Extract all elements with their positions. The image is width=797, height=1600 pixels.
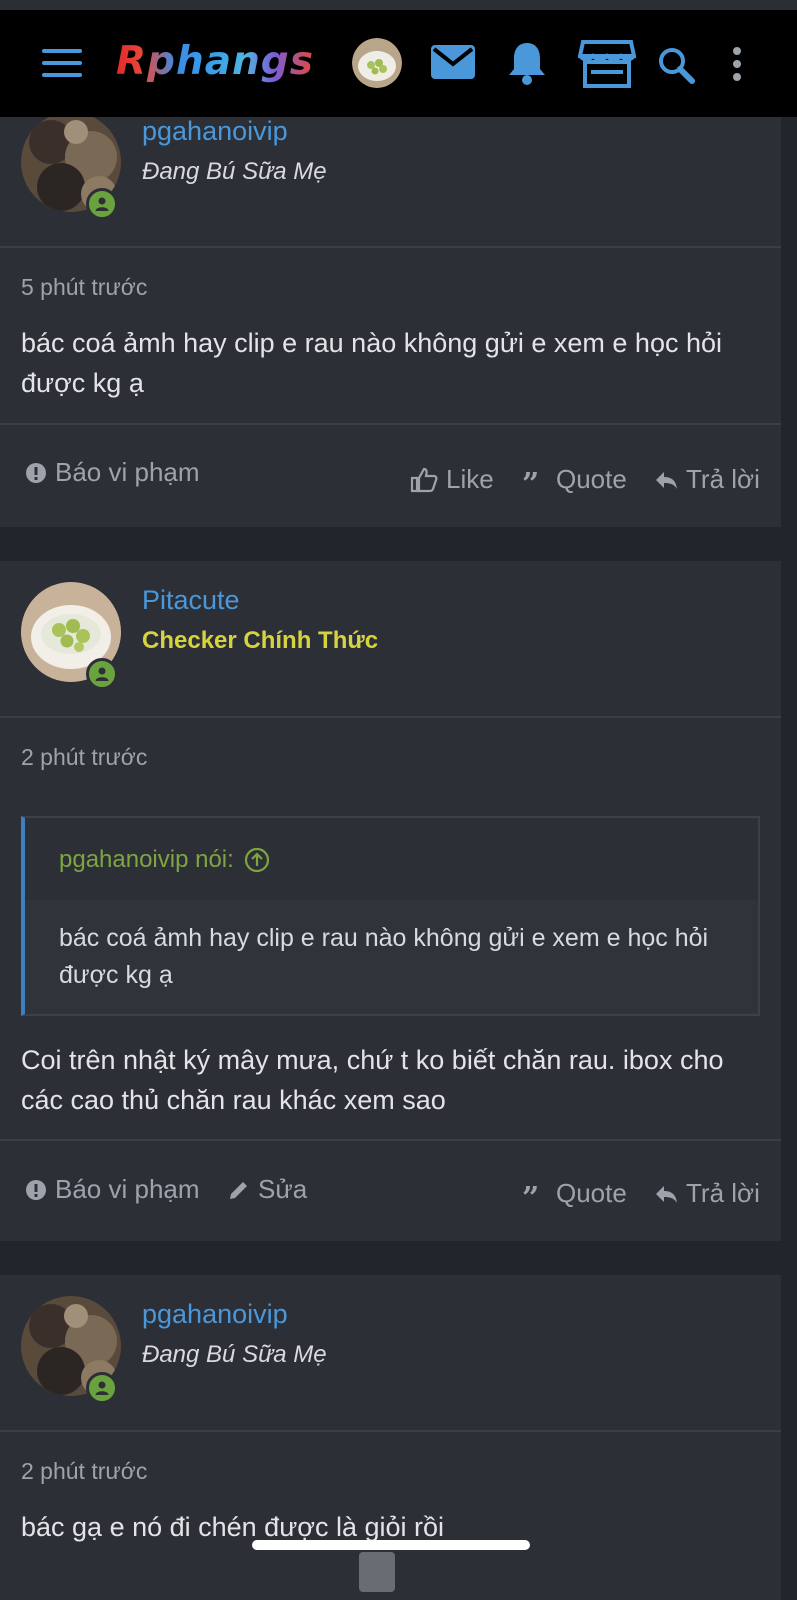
post-time[interactable]: 2 phút trước xyxy=(21,744,147,771)
reply-icon xyxy=(656,471,677,489)
report-button[interactable]: Báo vi phạm xyxy=(25,1174,200,1205)
divider xyxy=(0,423,781,425)
quote-icon: ” xyxy=(522,470,539,490)
quote-label: Quote xyxy=(556,464,627,494)
home-indicator[interactable] xyxy=(252,1540,530,1550)
reply-button[interactable]: Trả lời xyxy=(654,464,760,495)
like-button[interactable]: Like xyxy=(410,464,494,495)
post-username[interactable]: Pitacute xyxy=(142,585,240,616)
online-status-icon xyxy=(86,188,118,220)
post-time[interactable]: 2 phút trước xyxy=(21,1458,147,1485)
svg-text:”: ” xyxy=(522,470,539,490)
divider xyxy=(0,1139,781,1141)
scroll-to-top-button[interactable] xyxy=(359,1552,395,1592)
quote-attribution[interactable]: pgahanoivip nói: xyxy=(59,846,270,874)
post-time[interactable]: 5 phút trước xyxy=(21,274,147,301)
svg-text:”: ” xyxy=(522,1184,539,1204)
online-status-icon xyxy=(86,658,118,690)
quote-label: Quote xyxy=(556,1178,627,1208)
bell-icon[interactable] xyxy=(505,40,549,86)
edit-label: Sửa xyxy=(258,1174,308,1204)
user-title: Đang Bú Sữa Mẹ xyxy=(142,1341,327,1368)
reply-label: Trả lời xyxy=(686,1178,760,1208)
quote-button[interactable]: ” Quote xyxy=(522,1178,627,1209)
mail-icon[interactable] xyxy=(430,43,476,81)
alert-icon xyxy=(26,462,46,483)
like-label: Like xyxy=(446,464,494,494)
report-label: Báo vi phạm xyxy=(55,1174,200,1204)
alert-icon xyxy=(26,1179,46,1200)
report-button[interactable]: Báo vi phạm xyxy=(25,457,200,488)
edit-button[interactable]: Sửa xyxy=(228,1174,307,1205)
report-label: Báo vi phạm xyxy=(55,457,200,487)
top-navbar: Rphangs xyxy=(0,10,797,117)
more-icon[interactable] xyxy=(726,44,748,84)
user-avatar[interactable] xyxy=(352,38,402,88)
quote-icon: ” xyxy=(522,1184,539,1204)
post-message: bác coá ảmh hay clip e rau nào không gửi… xyxy=(21,328,722,398)
search-icon[interactable] xyxy=(655,44,697,86)
user-title: Đang Bú Sữa Mẹ xyxy=(142,158,327,185)
store-icon[interactable] xyxy=(577,38,637,90)
status-strip xyxy=(0,0,797,10)
user-title: Checker Chính Thức xyxy=(142,627,379,654)
online-status-icon xyxy=(86,1372,118,1404)
reply-label: Trả lời xyxy=(686,464,760,494)
quote-author: pgahanoivip nói: xyxy=(59,846,234,873)
post-card: pgahanoivip Đang Bú Sữa Mẹ 5 phút trước … xyxy=(0,112,781,527)
reply-icon xyxy=(656,1185,677,1203)
post-username[interactable]: pgahanoivip xyxy=(142,116,288,147)
site-logo[interactable]: Rphangs xyxy=(116,38,314,86)
post-card: Pitacute Checker Chính Thức 2 phút trước… xyxy=(0,561,781,1241)
thumbs-up-icon xyxy=(410,467,438,492)
quoted-message: pgahanoivip nói: bác coá ảmh hay clip e … xyxy=(21,816,760,1016)
post-message: Coi trên nhật ký mây mưa, chứ t ko biết … xyxy=(21,1045,724,1115)
reply-button[interactable]: Trả lời xyxy=(654,1178,760,1209)
pencil-icon xyxy=(230,1181,247,1199)
quote-text: bác coá ảmh hay clip e rau nào không gửi… xyxy=(59,924,709,989)
arrow-up-circle-icon xyxy=(244,847,269,873)
quote-button[interactable]: ” Quote xyxy=(522,464,627,495)
menu-icon[interactable] xyxy=(40,46,84,80)
post-username[interactable]: pgahanoivip xyxy=(142,1299,288,1330)
